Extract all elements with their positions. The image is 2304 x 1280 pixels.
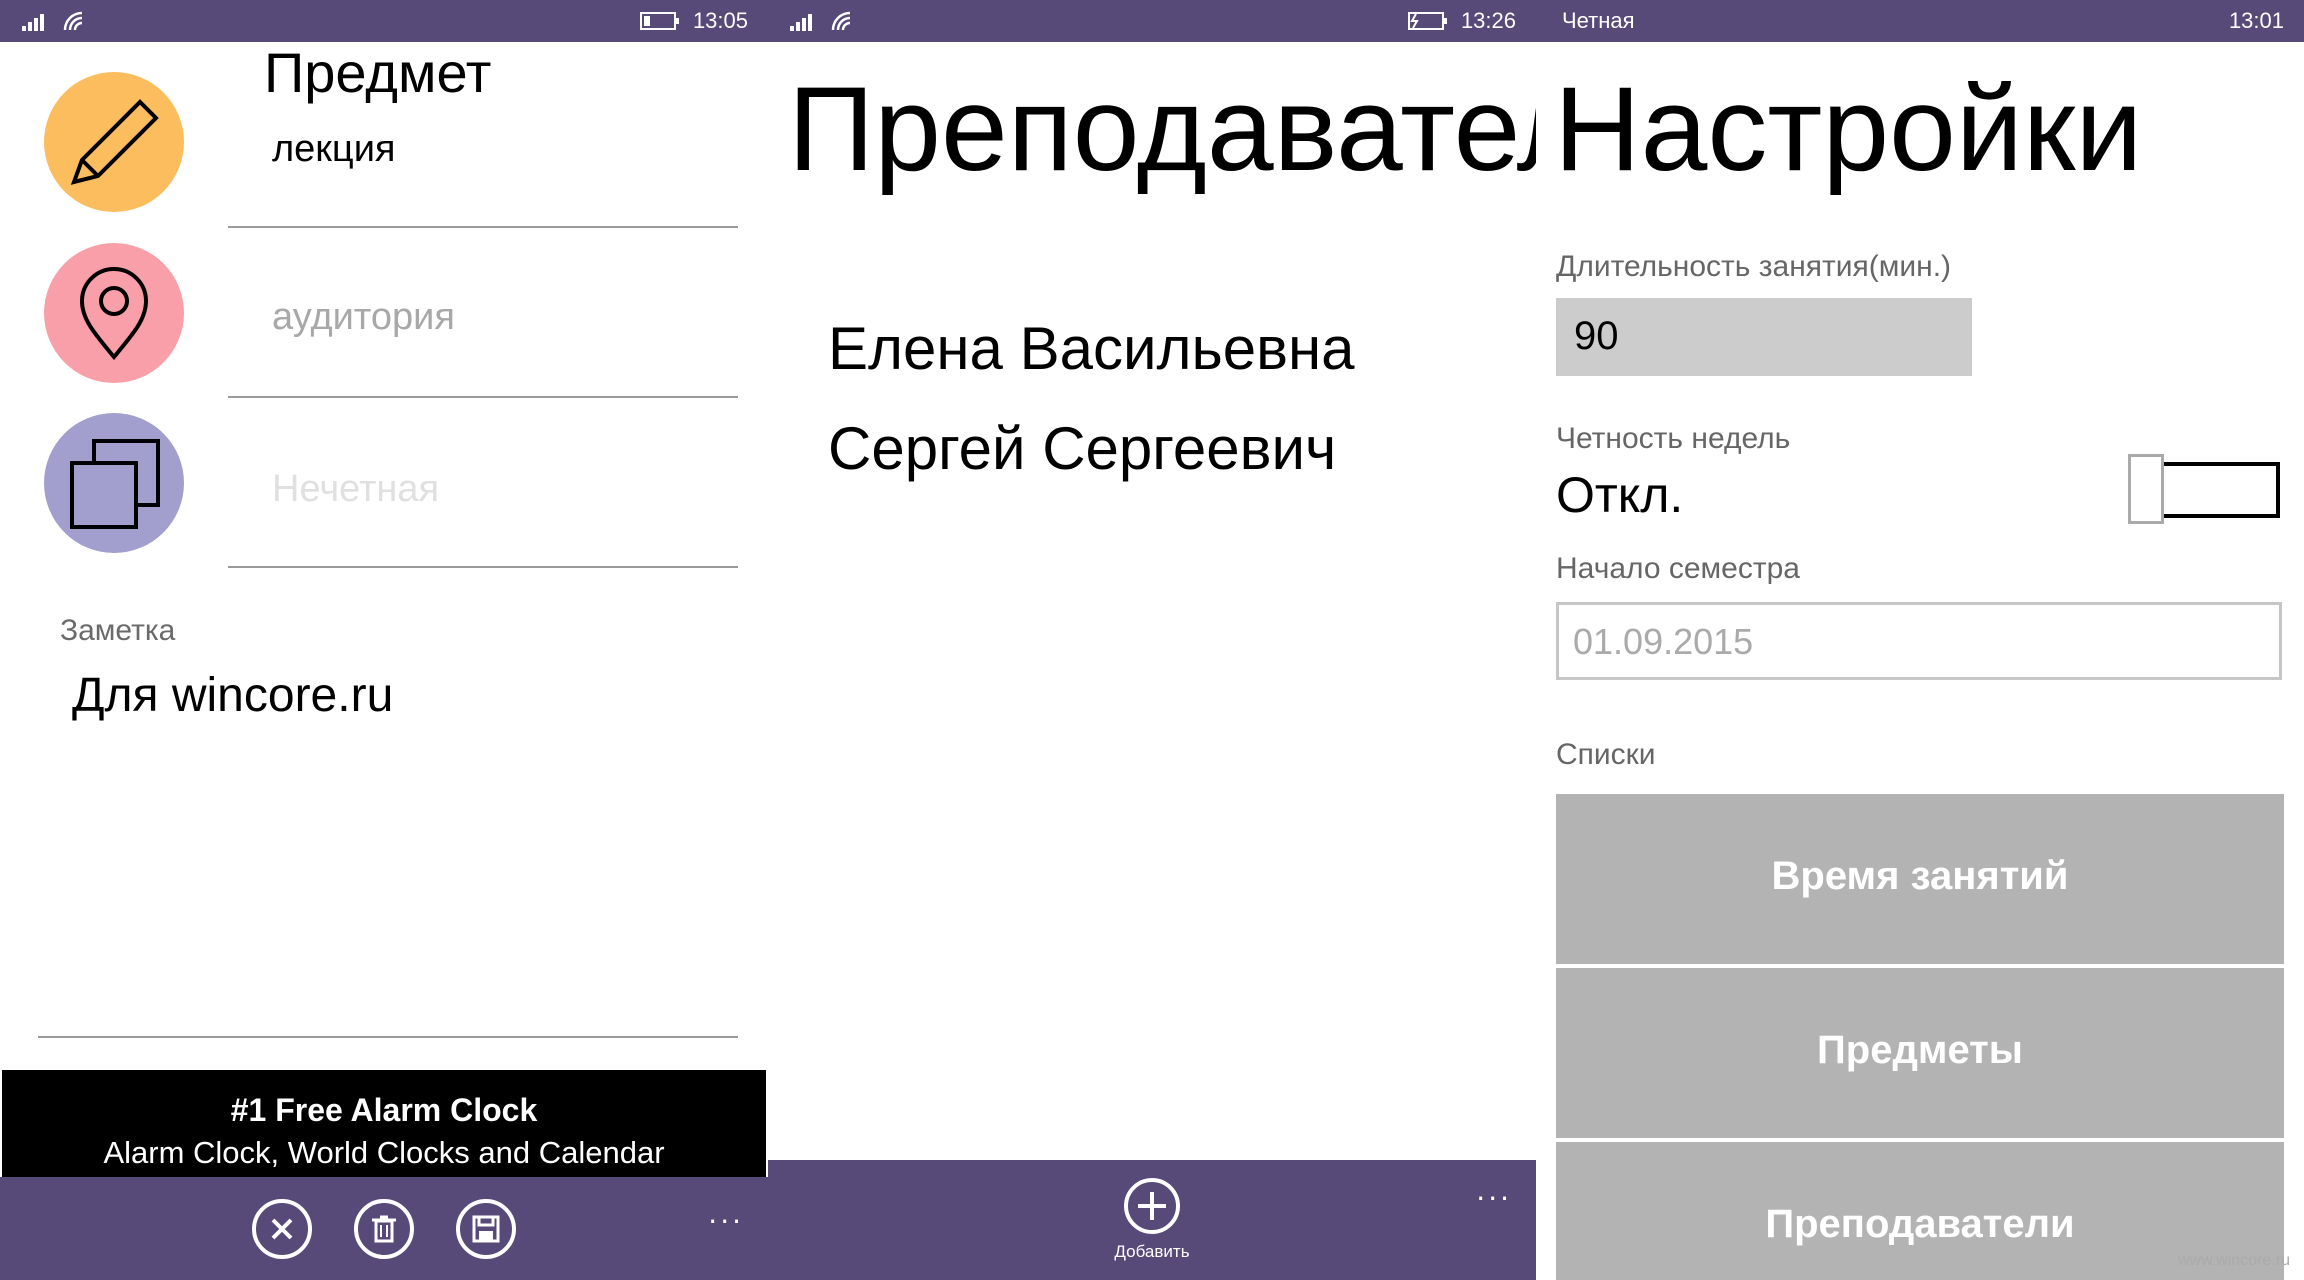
subject-field[interactable]: лекция: [272, 128, 396, 171]
signal-icon: [22, 14, 44, 31]
subject-circle: [44, 72, 184, 212]
note-divider: [38, 1036, 738, 1038]
teachers-button[interactable]: Преподаватели: [1556, 1142, 2284, 1280]
signal-icon: [790, 14, 812, 31]
week-field[interactable]: Нечетная: [272, 468, 439, 511]
button-label: Преподаватели: [1765, 1202, 2075, 1246]
week-circle: [44, 413, 184, 553]
semester-date-field[interactable]: [1556, 602, 2282, 680]
teachers-screen: 13:26 Преподавател Елена Васильевна Серг…: [768, 0, 1536, 1280]
status-time: 13:26: [1460, 8, 1516, 33]
note-text[interactable]: Для wincore.ru: [72, 668, 393, 723]
page-title: Преподавател: [788, 62, 1536, 196]
settings-screen: Четная 13:01 Настройки Длительность заня…: [1536, 0, 2304, 1280]
ad-banner[interactable]: #1 Free Alarm Clock Alarm Clock, World C…: [2, 1070, 766, 1194]
divider: [228, 566, 738, 568]
more-button[interactable]: ...: [708, 1197, 744, 1230]
parity-toggle[interactable]: [2128, 454, 2280, 524]
button-label: Время занятий: [1771, 854, 2069, 898]
subjects-button[interactable]: Предметы: [1556, 968, 2284, 1138]
divider: [228, 396, 738, 398]
semester-label: Начало семестра: [1556, 552, 1800, 585]
teacher-item[interactable]: Елена Васильевна: [828, 314, 1355, 383]
divider: [228, 226, 738, 228]
lists-label: Списки: [1556, 738, 1656, 771]
parity-label: Четность недель: [1556, 422, 1791, 455]
battery-charging-icon: [1408, 12, 1447, 30]
wifi-icon: [63, 11, 83, 31]
add-icon[interactable]: [1122, 1176, 1182, 1236]
pages-icon: [70, 439, 160, 529]
page-title: Предмет: [264, 41, 492, 104]
ad-title: #1 Free Alarm Clock: [230, 1092, 538, 1128]
status-bar: Четная 13:01: [1536, 0, 2304, 42]
more-button[interactable]: ...: [1476, 1174, 1512, 1207]
save-button[interactable]: [456, 1199, 516, 1259]
delete-icon: [372, 1215, 396, 1243]
watermark: www.wincore.ru: [2177, 1252, 2290, 1269]
room-field[interactable]: аудитория: [272, 296, 455, 339]
status-time: 13:01: [2228, 8, 2284, 33]
semester-date-input[interactable]: [1559, 605, 2275, 679]
ad-subtitle: Alarm Clock, World Clocks and Calendar: [103, 1135, 665, 1170]
battery-icon: [640, 12, 679, 30]
wifi-icon: [831, 11, 851, 31]
button-label: Предметы: [1817, 1028, 2023, 1072]
status-bar: 13:26: [768, 0, 1536, 42]
duration-value: 90: [1574, 314, 1619, 358]
app-bar: Добавить ...: [768, 1160, 1536, 1280]
duration-label: Длительность занятия(мин.): [1556, 250, 1952, 283]
toggle-knob[interactable]: [2128, 454, 2164, 524]
app-bar: ...: [0, 1177, 768, 1280]
room-circle: [44, 243, 184, 383]
add-button-label[interactable]: Добавить: [768, 1242, 1536, 1262]
cancel-icon: [271, 1218, 293, 1240]
teacher-item[interactable]: Сергей Сергеевич: [828, 414, 1336, 483]
status-bar: 13:05: [0, 0, 768, 42]
lesson-times-button[interactable]: Время занятий: [1556, 794, 2284, 964]
subject-edit-screen: 13:05 Предмет лекция аудитория Нечетная …: [0, 0, 768, 1280]
duration-input[interactable]: 90: [1556, 298, 1972, 376]
location-pin-icon: [79, 267, 149, 361]
delete-button[interactable]: [354, 1199, 414, 1259]
pencil-icon: [70, 99, 159, 185]
week-parity-status: Четная: [1562, 8, 1635, 33]
page-title: Настройки: [1554, 62, 2143, 196]
cancel-button[interactable]: [252, 1199, 312, 1259]
save-icon: [472, 1215, 500, 1243]
note-label: Заметка: [60, 614, 176, 647]
parity-state: Откл.: [1556, 467, 1684, 523]
status-time: 13:05: [692, 8, 748, 33]
